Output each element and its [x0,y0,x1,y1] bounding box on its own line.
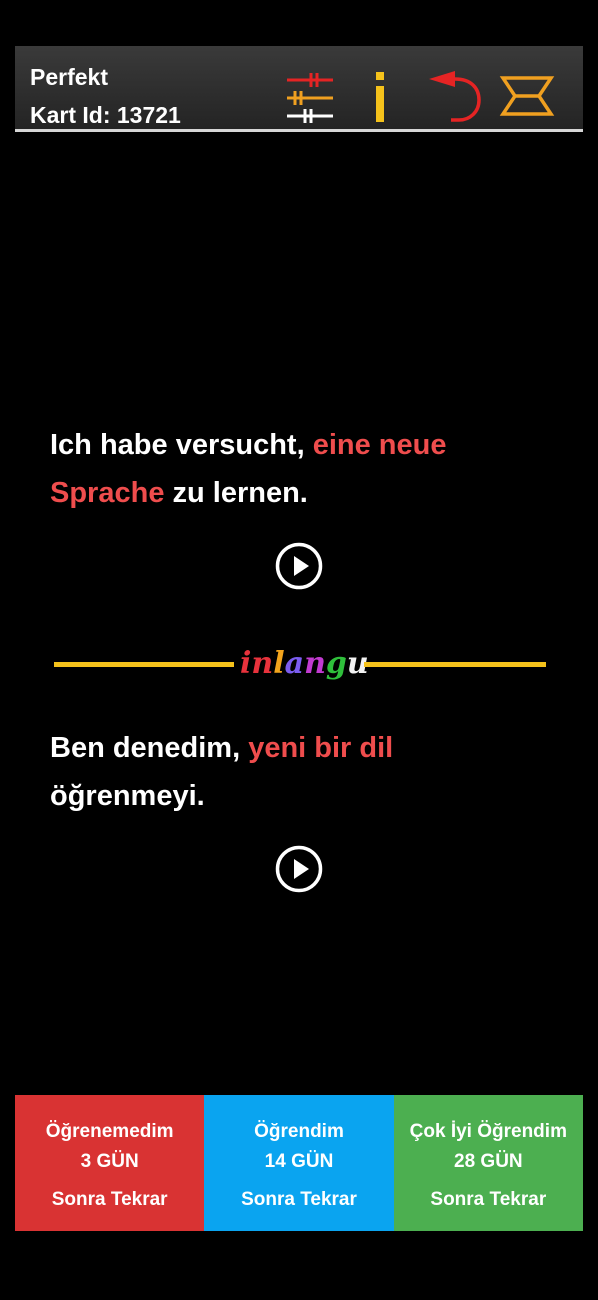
back-highlight-1: yeni bir dil [248,732,394,764]
answer-button-bar: Öğrenemedim 3 GÜN Sonra Tekrar Öğrendim … [15,1095,583,1231]
inlangu-logo: inlangu [240,642,369,686]
logo-letter: a [284,646,305,681]
back-text-line2: öğrenmeyi. [50,780,205,812]
back-sentence: Ben denedim, yeni bir dil öğrenmeyi. [50,724,550,820]
logo-letter: i [240,646,252,681]
not-learned-button[interactable]: Öğrenemedim 3 GÜN Sonra Tekrar [15,1095,205,1231]
learned-very-well-button[interactable]: Çok İyi Öğrendim 28 GÜN Sonra Tekrar [393,1095,583,1231]
divider-line-left [54,662,234,667]
info-icon[interactable] [365,68,395,124]
button-sub: Sonra Tekrar [51,1189,168,1210]
button-label: Öğrendim [254,1121,344,1142]
back-text-part1: Ben denedim, [50,732,249,764]
settings-sliders-icon[interactable] [283,68,339,124]
divider-line-right [364,662,546,667]
play-front-audio-icon[interactable] [275,542,323,590]
card-id-label: Kart Id: 13721 [30,102,181,128]
logo-letter: g [325,646,347,681]
top-bar: Perfekt Kart Id: 13721 [15,46,583,132]
front-sentence: Ich habe versucht, eine neue Sprache zu … [50,421,550,517]
undo-icon[interactable] [427,68,483,124]
front-highlight-2: Sprache [50,477,165,509]
button-days: 14 GÜN [264,1151,334,1172]
learned-button[interactable]: Öğrendim 14 GÜN Sonra Tekrar [204,1095,394,1231]
logo-letter: n [304,646,326,681]
flip-card-icon[interactable] [499,68,555,124]
button-days: 28 GÜN [454,1151,523,1172]
button-sub: Sonra Tekrar [430,1189,547,1210]
logo-letter: n [251,646,274,681]
play-back-audio-icon[interactable] [275,845,323,893]
front-text-part2: zu lernen. [164,477,308,509]
logo-letter: l [273,646,285,681]
category-title: Perfekt [30,64,108,90]
button-label: Çok İyi Öğrendim [409,1121,567,1142]
button-sub: Sonra Tekrar [241,1189,357,1210]
front-text-part1: Ich habe versucht, [50,429,313,461]
button-days: 3 GÜN [80,1151,139,1172]
front-highlight-1: eine neue [312,429,447,461]
button-label: Öğrenemedim [45,1121,174,1142]
